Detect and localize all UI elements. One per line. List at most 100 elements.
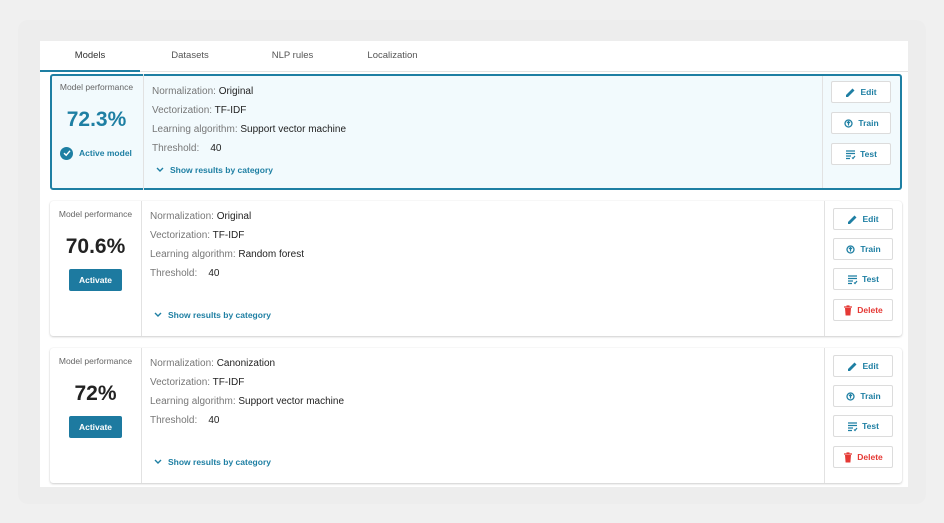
delete-button[interactable]: Delete [833, 446, 893, 468]
model-actions: Edit Train Test Delete [824, 348, 902, 483]
show-results-link[interactable]: Show results by category [154, 310, 271, 320]
test-label: Test [860, 149, 877, 159]
edit-button[interactable]: Edit [833, 208, 893, 230]
activate-button[interactable]: Activate [69, 416, 122, 438]
normalization-key: Normalization: [152, 86, 216, 97]
pencil-icon [848, 362, 857, 371]
performance-label: Model performance [59, 82, 134, 92]
normalization-key: Normalization: [150, 211, 214, 222]
normalization-row: Normalization: Original [152, 86, 253, 97]
vectorization-key: Vectorization: [150, 230, 211, 241]
active-model-label: Active model [79, 148, 132, 158]
threshold-key: Threshold: [150, 415, 198, 426]
vectorization-row: Vectorization: TF-IDF [150, 377, 244, 388]
learning-algorithm-key: Learning algorithm: [152, 124, 238, 135]
test-button[interactable]: Test [833, 268, 893, 290]
test-label: Test [862, 421, 879, 431]
pencil-icon [848, 215, 857, 224]
delete-label: Delete [857, 305, 883, 315]
vectorization-key: Vectorization: [150, 377, 211, 388]
edit-label: Edit [862, 214, 879, 224]
vectorization-value: TF-IDF [212, 377, 245, 388]
model-details: Normalization: Canonization Vectorizatio… [150, 348, 810, 483]
tab-datasets[interactable]: Datasets [140, 41, 240, 72]
train-label: Train [860, 244, 881, 254]
checklist-icon [846, 149, 856, 159]
check-circle-icon [60, 146, 73, 160]
performance-label: Model performance [58, 209, 133, 219]
checklist-icon [848, 421, 858, 431]
test-button[interactable]: Test [833, 415, 893, 437]
train-button[interactable]: Train [833, 385, 893, 407]
threshold-row: Threshold: 40 [152, 143, 222, 154]
models-panel: Models Datasets NLP rules Localization M… [40, 41, 908, 487]
edit-button[interactable]: Edit [831, 81, 891, 103]
tab-localization[interactable]: Localization [345, 41, 440, 72]
performance-value: 70.6% [65, 235, 126, 258]
threshold-key: Threshold: [150, 268, 198, 279]
model-details: Normalization: Original Vectorization: T… [152, 76, 812, 188]
normalization-row: Normalization: Original [150, 211, 251, 222]
model-actions: Edit Train Test Delete [824, 201, 902, 336]
model-actions: Edit Train Test [822, 76, 900, 188]
normalization-value: Original [218, 86, 254, 97]
vectorization-row: Vectorization: TF-IDF [152, 105, 246, 116]
train-button[interactable]: Train [833, 238, 893, 260]
show-results-label: Show results by category [168, 457, 271, 467]
learning-algorithm-row: Learning algorithm: Support vector machi… [150, 396, 344, 407]
vectorization-row: Vectorization: TF-IDF [150, 230, 244, 241]
delete-button[interactable]: Delete [833, 299, 893, 321]
normalization-key: Normalization: [150, 358, 214, 369]
model-details: Normalization: Original Vectorization: T… [150, 201, 810, 336]
model-performance-block: Model performance 72.3% Active model [50, 74, 144, 190]
test-button[interactable]: Test [831, 143, 891, 165]
active-model-badge: Active model [60, 145, 132, 161]
show-results-label: Show results by category [168, 310, 271, 320]
trash-icon [844, 304, 853, 315]
tab-models[interactable]: Models [40, 41, 140, 72]
show-results-link[interactable]: Show results by category [156, 165, 273, 175]
checklist-icon [848, 274, 858, 284]
threshold-row: Threshold: 40 [150, 268, 220, 279]
activate-button[interactable]: Activate [69, 269, 122, 291]
threshold-key: Threshold: [152, 143, 200, 154]
learning-algorithm-key: Learning algorithm: [150, 249, 236, 260]
vectorization-key: Vectorization: [152, 105, 213, 116]
performance-value: 72.3% [66, 108, 127, 131]
normalization-value: Original [216, 211, 252, 222]
trash-icon [844, 451, 853, 462]
normalization-value: Canonization [216, 358, 276, 369]
learning-algorithm-value: Support vector machine [238, 396, 345, 407]
model-performance-block: Model performance 70.6% Activate [50, 201, 142, 336]
train-label: Train [860, 391, 881, 401]
learning-algorithm-key: Learning algorithm: [150, 396, 236, 407]
edit-button[interactable]: Edit [833, 355, 893, 377]
chevron-down-icon [154, 312, 162, 317]
learning-algorithm-value: Support vector machine [240, 124, 347, 135]
learning-algorithm-row: Learning algorithm: Support vector machi… [152, 124, 346, 135]
train-cycle-icon [846, 244, 855, 254]
edit-label: Edit [860, 87, 877, 97]
tab-nlp-rules[interactable]: NLP rules [240, 41, 345, 72]
chevron-down-icon [154, 459, 162, 464]
threshold-value: 40 [208, 268, 220, 279]
threshold-value: 40 [208, 415, 220, 426]
chevron-down-icon [156, 167, 164, 172]
threshold-row: Threshold: 40 [150, 415, 220, 426]
show-results-label: Show results by category [170, 165, 273, 175]
train-cycle-icon [844, 118, 853, 128]
train-label: Train [858, 118, 879, 128]
model-card: Model performance 72% Activate Normaliza… [50, 348, 902, 483]
edit-label: Edit [862, 361, 879, 371]
vectorization-value: TF-IDF [214, 105, 247, 116]
delete-label: Delete [857, 452, 883, 462]
performance-value: 72% [74, 382, 117, 405]
threshold-value: 40 [210, 143, 222, 154]
model-card-active: Model performance 72.3% Active model Nor… [50, 74, 902, 190]
learning-algorithm-row: Learning algorithm: Random forest [150, 249, 304, 260]
train-button[interactable]: Train [831, 112, 891, 134]
model-performance-block: Model performance 72% Activate [50, 348, 142, 483]
test-label: Test [862, 274, 879, 284]
show-results-link[interactable]: Show results by category [154, 457, 271, 467]
learning-algorithm-value: Random forest [238, 249, 304, 260]
